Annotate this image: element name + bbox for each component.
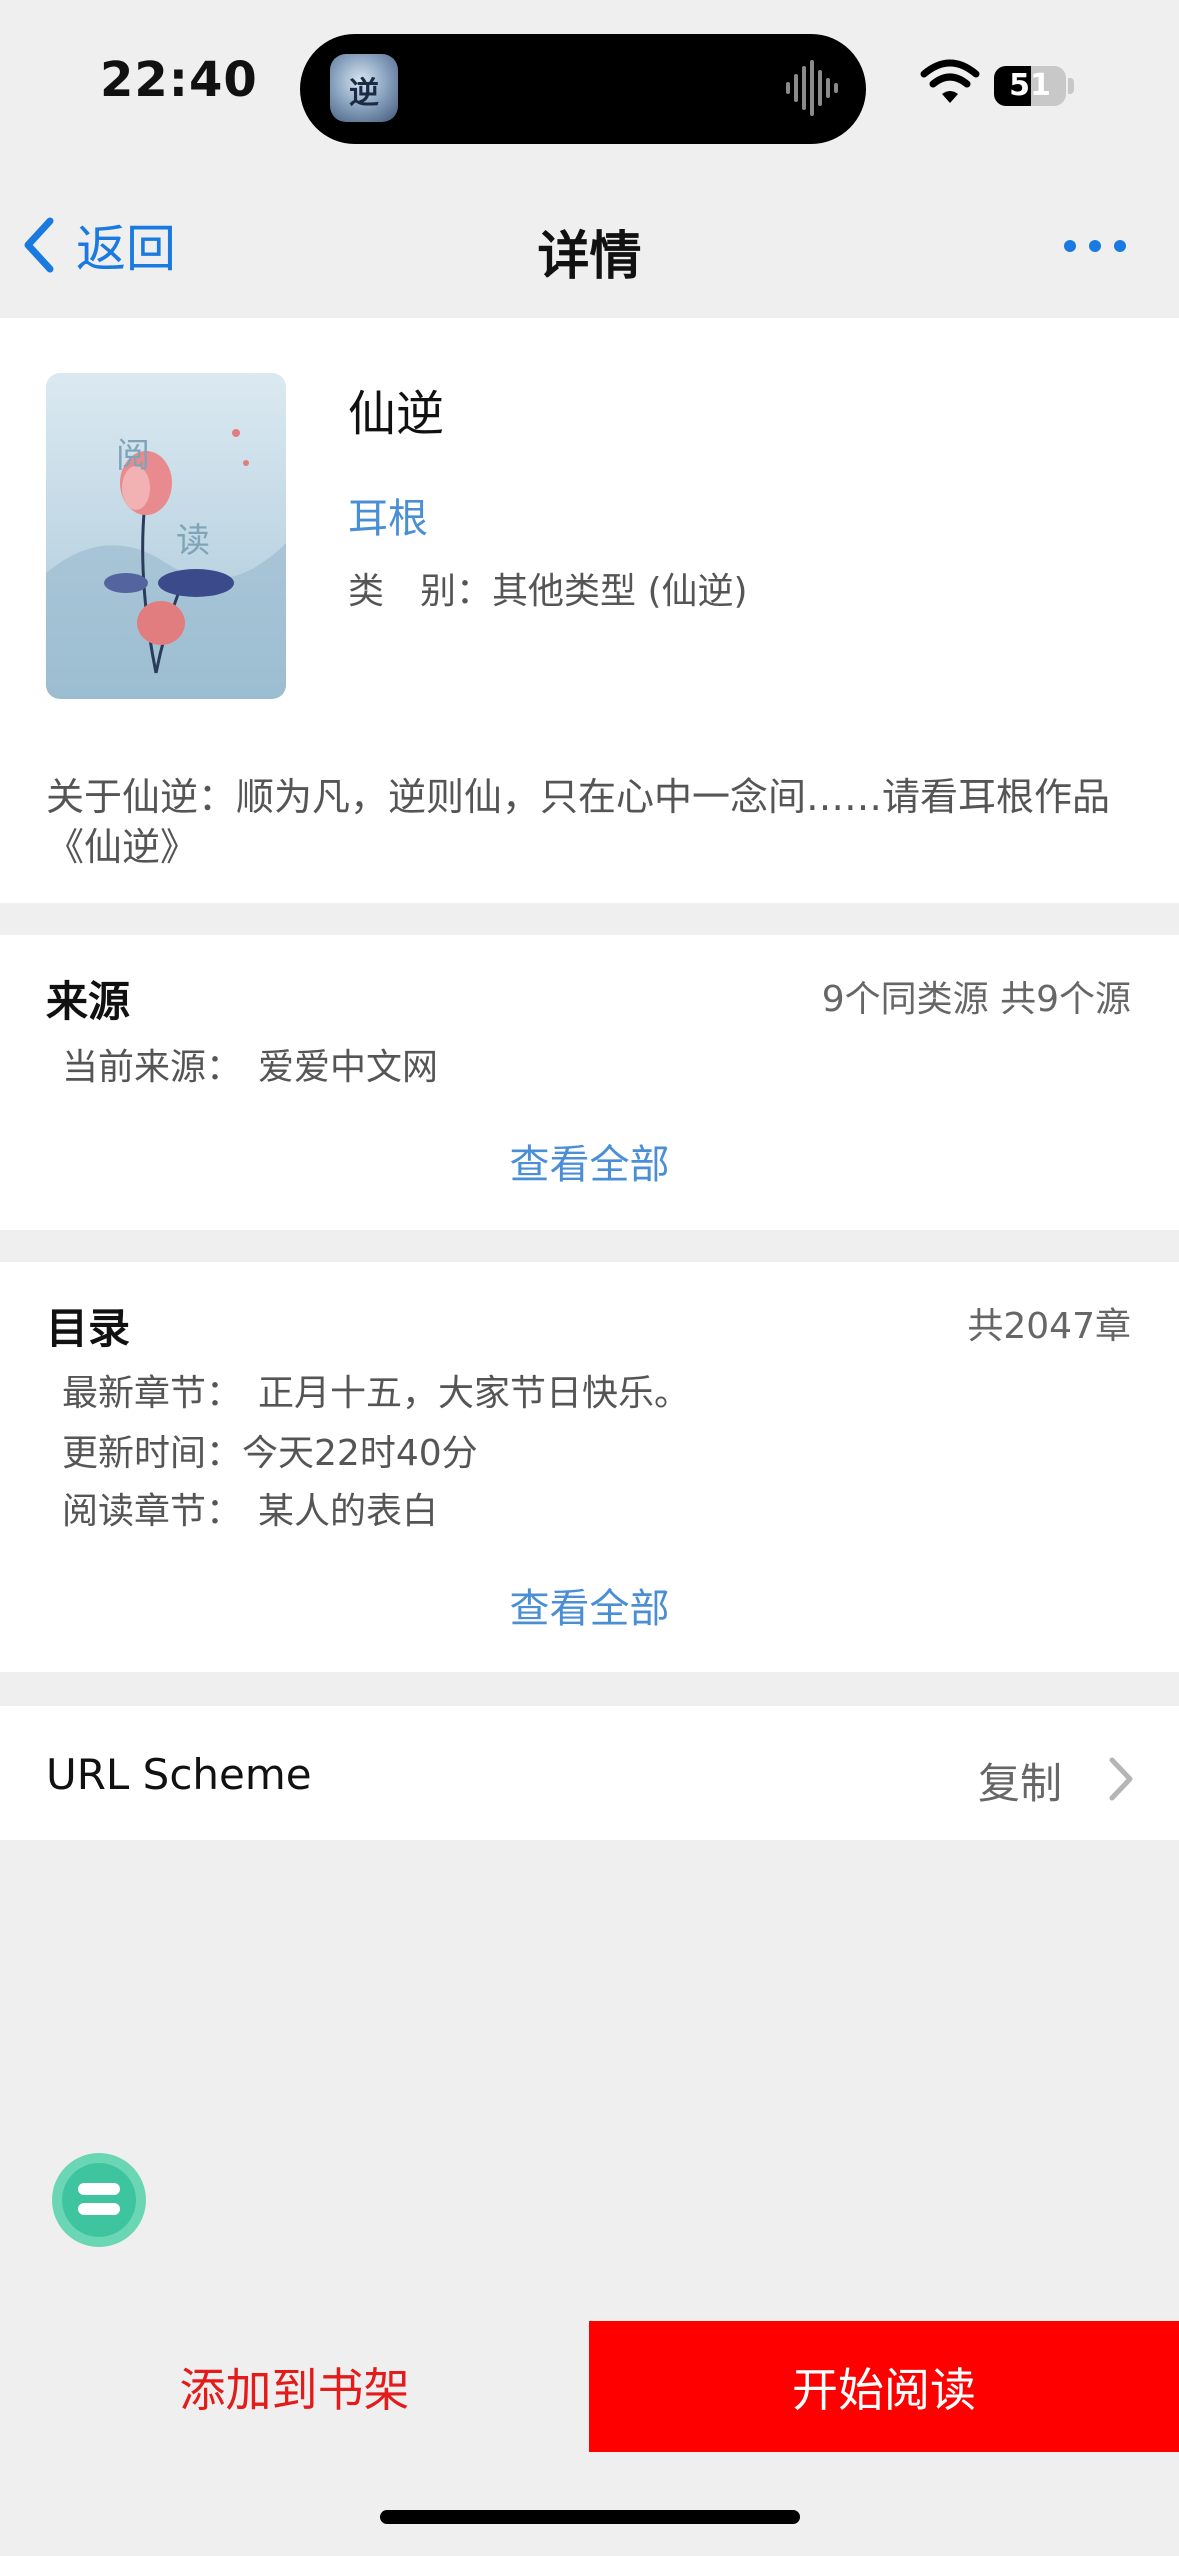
book-author[interactable]: 耳根 bbox=[348, 486, 428, 544]
book-cover[interactable]: 阅 读 bbox=[46, 373, 286, 699]
audio-wave-icon bbox=[786, 60, 838, 116]
update-time-label: 更新时间： bbox=[62, 1433, 243, 1474]
update-time-value: 今天22时40分 bbox=[242, 1433, 478, 1474]
cover-text-1: 阅 bbox=[116, 436, 150, 476]
chevron-right-icon bbox=[1109, 1757, 1133, 1801]
current-source: 当前来源： 爱爱中文网 bbox=[62, 1038, 438, 1090]
wifi-icon bbox=[920, 59, 980, 103]
reading-chapter-label: 阅读章节： bbox=[62, 1491, 243, 1532]
current-source-value: 爱爱中文网 bbox=[258, 1047, 439, 1088]
home-indicator bbox=[380, 2510, 800, 2524]
menu-lines-icon bbox=[78, 2183, 120, 2215]
more-icon[interactable] bbox=[1060, 228, 1130, 264]
battery-tip bbox=[1068, 78, 1074, 94]
url-scheme-label: URL Scheme bbox=[46, 1750, 312, 1799]
add-to-shelf-button[interactable]: 添加到书架 bbox=[0, 2321, 589, 2452]
source-view-all-button[interactable]: 查看全部 bbox=[0, 1132, 1179, 1190]
copy-button[interactable]: 复制 bbox=[978, 1750, 1062, 1811]
book-description: 关于仙逆：顺为凡，逆则仙，只在心中一念间……请看耳根作品《仙逆》 bbox=[46, 775, 1111, 869]
status-time: 22:40 bbox=[100, 52, 258, 108]
source-title: 来源 bbox=[46, 977, 131, 1026]
battery-level: 51 bbox=[1009, 68, 1051, 103]
cover-art bbox=[46, 373, 286, 699]
start-reading-button[interactable]: 开始阅读 bbox=[589, 2321, 1179, 2452]
latest-chapter: 最新章节： 正月十五，大家节日快乐。 bbox=[62, 1364, 690, 1416]
latest-chapter-value: 正月十五，大家节日快乐。 bbox=[258, 1373, 691, 1414]
app-icon-glyph: 逆 bbox=[349, 76, 379, 111]
book-category: 类 别：其他类型 (仙逆) bbox=[348, 562, 748, 614]
update-time: 更新时间：今天22时40分 bbox=[62, 1424, 478, 1476]
reading-chapter-value: 某人的表白 bbox=[258, 1491, 439, 1532]
category-label: 类 别： bbox=[348, 571, 493, 612]
toc-view-all-button[interactable]: 查看全部 bbox=[0, 1576, 1179, 1634]
app-icon[interactable]: 逆 bbox=[330, 54, 398, 122]
battery-icon: 51 bbox=[994, 66, 1066, 106]
toc-title: 目录 bbox=[46, 1304, 131, 1353]
latest-chapter-label: 最新章节： bbox=[62, 1373, 243, 1414]
toc-summary: 共2047章 bbox=[967, 1306, 1131, 1347]
current-source-label: 当前来源： bbox=[62, 1047, 243, 1088]
source-summary: 9个同类源 共9个源 bbox=[821, 979, 1131, 1020]
page-title: 详情 bbox=[537, 227, 642, 287]
reading-chapter: 阅读章节： 某人的表白 bbox=[62, 1482, 438, 1534]
book-title: 仙逆 bbox=[348, 386, 445, 442]
category-value: 其他类型 (仙逆) bbox=[492, 571, 748, 612]
floating-menu-button[interactable] bbox=[52, 2153, 146, 2247]
cover-text-2: 读 bbox=[176, 521, 210, 561]
